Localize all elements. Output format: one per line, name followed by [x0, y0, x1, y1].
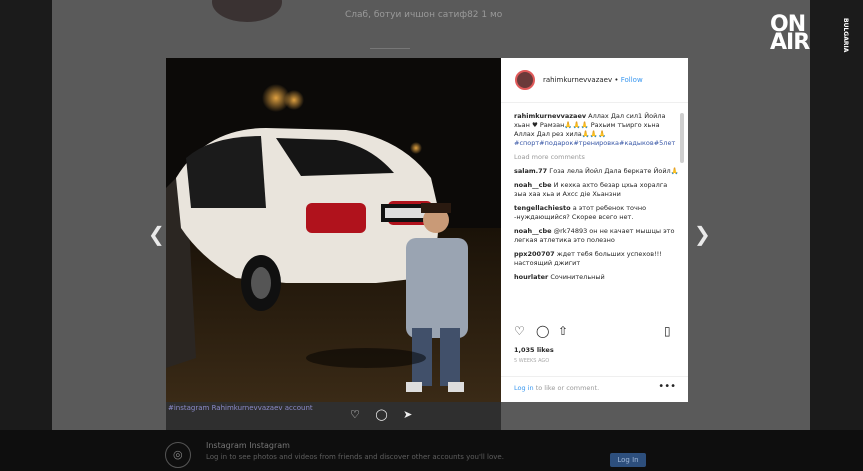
comment-text: Сочинительный — [550, 273, 605, 281]
follow-button[interactable]: Follow — [621, 76, 643, 84]
logo-sub: BULGARIA — [842, 18, 849, 53]
background-bottom-bar — [0, 430, 863, 471]
instagram-icon: ◎ — [165, 442, 191, 468]
comment-username[interactable]: hourlater — [514, 273, 548, 281]
load-more-comments[interactable]: Load more comments — [514, 153, 680, 162]
comment-username[interactable]: noah__cbe — [514, 227, 552, 235]
logo-text: ON AIR — [770, 12, 810, 55]
background-divider — [370, 48, 410, 49]
avatar[interactable] — [515, 70, 535, 90]
instagram-glyph: ◎ — [173, 448, 183, 461]
heart-icon[interactable]: ♡ — [514, 324, 525, 338]
bookmark-icon[interactable]: ▯ — [664, 324, 671, 338]
post-photo[interactable] — [166, 58, 501, 402]
footer-login-button[interactable]: Log In — [610, 453, 646, 467]
footer-title: Instagram Instagram — [206, 441, 290, 450]
list-item: noah__cbe И кехка ахто безар цхьа хоралг… — [514, 181, 680, 199]
comment-username[interactable]: tengellachiesto — [514, 204, 571, 212]
photo-strip-link[interactable]: #instagram Rahimkurnevvazaev account — [168, 404, 313, 412]
comments-list: rahimkurnevvazaev Аллах Дал сил1 Йойла х… — [514, 112, 680, 282]
post-footer: Log in to like or comment. ••• — [501, 376, 688, 403]
photo-strip: #instagram Rahimkurnevvazaev account ♡ ◯… — [166, 402, 501, 430]
photo-strip-icons: ♡ ◯ ➤ — [350, 408, 419, 421]
comment-text: Гоза лела Йойл Дала беркате Йойл🙏 — [549, 167, 679, 175]
footer-text: Log in to see photos and videos from fri… — [206, 453, 504, 461]
caption-tags[interactable]: #спорт#подарок#тренировка#кадыков#5лет — [514, 139, 675, 147]
login-link[interactable]: Log in — [514, 384, 534, 392]
comments-scrollbar[interactable] — [680, 113, 684, 163]
post-side-panel: rahimkurnevvazaev • Follow rahimkurnevva… — [501, 58, 688, 402]
comment-icon[interactable]: ◯ — [536, 324, 549, 338]
background-caption: Слаб, ботуи ичшон сатиф82 1 мо — [345, 10, 503, 20]
login-prompt: Log in to like or comment. — [514, 384, 599, 392]
post-header: rahimkurnevvazaev • Follow — [501, 58, 688, 103]
comment-username[interactable]: noah__cbe — [514, 181, 552, 189]
caption-username[interactable]: rahimkurnevvazaev — [514, 112, 586, 120]
post-username[interactable]: rahimkurnevvazaev — [543, 76, 612, 84]
post-actions: ♡ ◯ ⇧ ▯ — [514, 324, 680, 340]
chevron-left-icon[interactable]: ❮ — [148, 222, 165, 246]
more-icon[interactable]: ••• — [658, 381, 676, 392]
login-text: to like or comment. — [535, 384, 600, 392]
chevron-right-icon[interactable]: ❯ — [694, 222, 711, 246]
list-item: hourlater Сочинительный — [514, 273, 680, 282]
post-caption: rahimkurnevvazaev Аллах Дал сил1 Йойла х… — [514, 112, 680, 148]
share-icon[interactable]: ⇧ — [558, 324, 568, 338]
list-item: noah__cbe @rk74893 он не качает мышцы эт… — [514, 227, 680, 245]
list-item: tengellachiesto а этот ребенок точно -ну… — [514, 204, 680, 222]
comment-username[interactable]: salam.77 — [514, 167, 547, 175]
comment-username[interactable]: ppx200707 — [514, 250, 555, 258]
list-item: salam.77 Гоза лела Йойл Дала беркате Йой… — [514, 167, 680, 176]
post-username-line: rahimkurnevvazaev • Follow — [543, 76, 643, 84]
on-air-logo: ON AIR BULGARIA — [770, 12, 849, 56]
list-item: ppx200707 ждет тебя больших успехов!!! н… — [514, 250, 680, 268]
post-timestamp: 5 WEEKS AGO — [514, 358, 550, 364]
likes-count[interactable]: 1,035 likes — [514, 346, 554, 354]
